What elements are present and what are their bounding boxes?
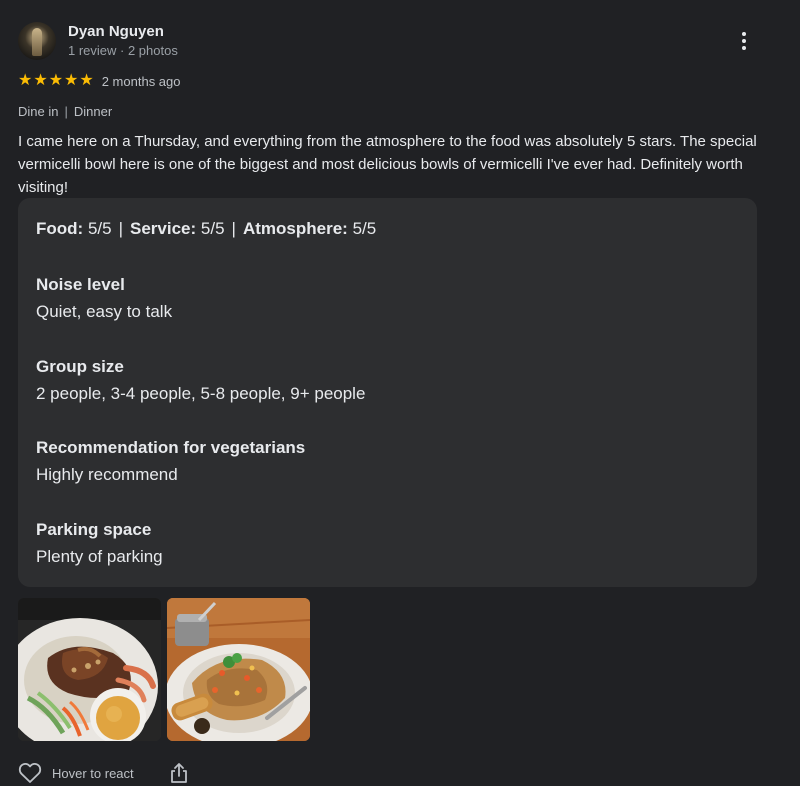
heart-outline-icon [18, 762, 42, 783]
food-photo-vermicelli [18, 598, 161, 741]
separator: | [118, 219, 123, 238]
author-name[interactable]: Dyan Nguyen [68, 23, 164, 40]
atmosphere-score-value: 5/5 [352, 219, 377, 238]
react-button[interactable]: Hover to react [18, 762, 134, 784]
attribute-vegetarian-recommendation: Recommendation for vegetarians Highly re… [36, 437, 305, 486]
food-score-value: 5/5 [87, 219, 112, 238]
meal-type: Dinner [73, 104, 113, 119]
star-rating: ★ ★ ★ ★ ★ [18, 73, 94, 89]
attribute-label: Group size [36, 357, 124, 376]
service-score-label: Service: [130, 219, 197, 238]
attribute-noise-level: Noise level Quiet, easy to talk [36, 274, 172, 323]
attribute-value: Plenty of parking [36, 547, 163, 566]
star-icon: ★ [79, 72, 94, 89]
separator: | [64, 104, 68, 119]
review-card: Dyan Nguyen 1 review · 2 photos ★ ★ ★ ★ … [0, 0, 800, 786]
attribute-label: Parking space [36, 520, 152, 539]
review-photo[interactable] [167, 598, 310, 741]
category-scores: Food: 5/5 | Service: 5/5 | Atmosphere: 5… [36, 219, 376, 239]
food-photo-fried-rice [167, 598, 310, 741]
review-time: 2 months ago [101, 73, 181, 89]
service-type: Dine in [18, 104, 59, 119]
attribute-parking-space: Parking space Plenty of parking [36, 519, 163, 568]
more-options-button[interactable] [734, 30, 754, 52]
star-icon: ★ [48, 72, 64, 89]
review-details-card: Food: 5/5 | Service: 5/5 | Atmosphere: 5… [18, 198, 757, 587]
separator: | [231, 219, 236, 238]
review-text: I came here on a Thursday, and everythin… [18, 133, 757, 196]
atmosphere-score-label: Atmosphere: [242, 219, 348, 238]
share-icon [170, 763, 187, 783]
more-vert-icon [742, 32, 746, 36]
review-actions: Hover to react [18, 762, 188, 784]
react-label: Hover to react [52, 765, 134, 781]
attribute-label: Recommendation for vegetarians [36, 438, 306, 457]
attribute-value: Quiet, easy to talk [36, 302, 173, 321]
rating-row: ★ ★ ★ ★ ★ 2 months ago [18, 72, 181, 90]
avatar[interactable] [18, 22, 56, 60]
visit-info: Dine in | Dinner [18, 104, 112, 119]
author-meta: 1 review · 2 photos [68, 43, 178, 58]
star-icon: ★ [18, 72, 33, 89]
review-photo[interactable] [18, 598, 161, 741]
attribute-group-size: Group size 2 people, 3-4 people, 5-8 peo… [36, 356, 365, 405]
service-score-value: 5/5 [200, 219, 225, 238]
food-score-label: Food: [36, 219, 84, 238]
attribute-value: Highly recommend [36, 465, 178, 484]
star-icon: ★ [33, 72, 48, 89]
star-icon: ★ [64, 72, 79, 89]
attribute-value: 2 people, 3-4 people, 5-8 people, 9+ peo… [36, 384, 366, 403]
attribute-label: Noise level [36, 275, 125, 294]
share-button[interactable] [170, 762, 188, 784]
